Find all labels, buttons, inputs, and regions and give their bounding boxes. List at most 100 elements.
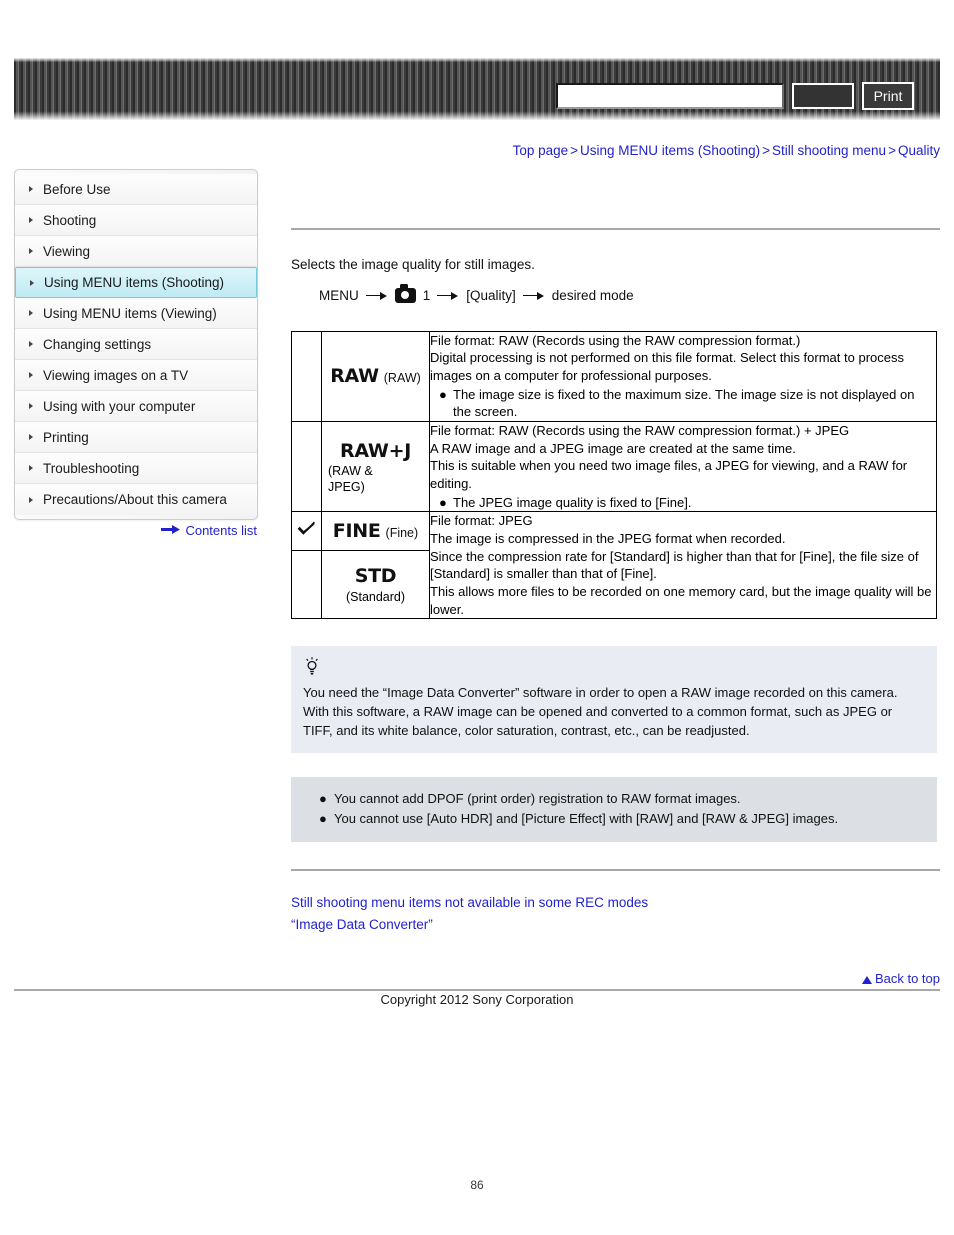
desc-line: This allows more files to be recorded on…: [430, 584, 932, 617]
sidebar-item-label: Before Use: [43, 182, 111, 197]
content-top-divider: [291, 228, 940, 230]
row-check-cell-std: [291, 549, 322, 620]
breadcrumb-item-using-menu-items-shooting[interactable]: Using MENU items (Shooting): [580, 143, 760, 158]
note-item: ● You cannot use [Auto HDR] and [Picture…: [305, 809, 925, 829]
fine-icon-label: FINE: [332, 520, 381, 543]
bullet-dot-icon: ●: [439, 386, 447, 402]
bullet-dot-icon: ●: [439, 494, 447, 510]
camera-icon: [394, 284, 416, 303]
checkmark-icon: [297, 521, 316, 536]
breadcrumb-item-still-shooting-menu[interactable]: Still shooting menu: [772, 143, 886, 158]
menu-path-start: MENU: [319, 287, 359, 303]
desc-bullet-text: The image size is fixed to the maximum s…: [453, 386, 915, 420]
breadcrumb-item-top-page[interactable]: Top page: [513, 143, 569, 158]
back-to-top-label: Back to top: [874, 971, 940, 986]
bullet-dot-icon: ●: [319, 791, 327, 807]
triangle-right-icon: [29, 248, 33, 254]
desc-line: Digital processing is not performed on t…: [430, 350, 904, 384]
tip-text: You need the “Image Data Converter” soft…: [303, 685, 898, 738]
page-intro-text: Selects the image quality for still imag…: [291, 257, 535, 272]
sidebar-item-using-with-your-computer[interactable]: Using with your computer: [15, 391, 257, 422]
desc-line: File format: RAW (Records using the RAW …: [430, 332, 801, 348]
print-button[interactable]: Print: [862, 82, 914, 110]
triangle-right-icon: [29, 403, 33, 409]
sidebar-item-label: Using with your computer: [43, 399, 196, 414]
std-icon-label: STD: [354, 565, 397, 588]
tip-box: You need the “Image Data Converter” soft…: [291, 646, 937, 754]
triangle-right-icon: [29, 465, 33, 471]
sidebar-item-label: Precautions/About this camera: [43, 492, 227, 507]
breadcrumb: Top page > Using MENU items (Shooting) > Sti…: [513, 143, 940, 158]
rawj-icon-label: RAW+J: [340, 439, 411, 462]
row-desc-cell-raw: File format: RAW (Records using the RAW …: [429, 330, 937, 423]
breadcrumb-separator: >: [762, 143, 770, 158]
sidebar-item-viewing[interactable]: Viewing: [15, 236, 257, 267]
sidebar-item-using-menu-items-shooting[interactable]: Using MENU items (Shooting): [15, 267, 257, 298]
row-check-cell-raw: [291, 330, 322, 423]
sidebar: Before Use Shooting Viewing Using MENU i…: [14, 169, 258, 520]
desc-line: Since the compression rate for [Standard…: [430, 548, 919, 582]
desc-line: A RAW image and a JPEG image are created…: [430, 440, 796, 456]
breadcrumb-separator: >: [570, 143, 579, 158]
sidebar-item-using-menu-items-viewing[interactable]: Using MENU items (Viewing): [15, 298, 257, 329]
main-content: Selects the image quality for still imag…: [291, 169, 940, 936]
desc-line: The image is compressed in the JPEG form…: [430, 531, 786, 547]
sidebar-item-label: Printing: [43, 430, 89, 445]
row-icon-cell-fine: FINE (Fine): [321, 511, 430, 551]
std-icon-sub: (Standard): [345, 589, 406, 604]
note-box: ● You cannot add DPOF (print order) regi…: [291, 777, 937, 843]
rawj-icon-sub-line1: (RAW &: [328, 463, 373, 478]
rawj-icon-sub-line2: JPEG): [328, 479, 365, 494]
contents-list-link[interactable]: Contents list: [185, 523, 257, 538]
row-check-cell-rawj: [291, 421, 322, 513]
sidebar-item-label: Viewing: [43, 244, 91, 259]
search-button[interactable]: [792, 83, 854, 109]
related-link-still-shooting-menu-items[interactable]: Still shooting menu items not available …: [291, 892, 940, 914]
search-input[interactable]: [556, 83, 784, 109]
sidebar-item-before-use[interactable]: Before Use: [15, 174, 257, 205]
sidebar-item-changing-settings[interactable]: Changing settings: [15, 329, 257, 360]
desc-line: File format: JPEG: [430, 513, 533, 529]
table-row: RAW (RAW) File format: RAW (Records usin…: [291, 330, 937, 423]
sidebar-item-label: Using MENU items (Shooting): [44, 275, 225, 290]
note-text: You cannot add DPOF (print order) regist…: [334, 791, 741, 807]
header-controls: Print: [556, 82, 914, 110]
sidebar-item-troubleshooting[interactable]: Troubleshooting: [15, 453, 257, 484]
row-icon-cell-rawj: RAW+J (RAW & JPEG): [321, 421, 430, 513]
related-link-image-data-converter[interactable]: “Image Data Converter”: [291, 914, 940, 936]
sidebar-item-printing[interactable]: Printing: [15, 422, 257, 453]
desc-bullet: ● The JPEG image quality is fixed to [Fi…: [430, 494, 936, 512]
triangle-right-icon: [29, 310, 33, 316]
row-icon-cell-std: STD (Standard): [321, 549, 430, 620]
triangle-right-icon: [30, 279, 34, 286]
copyright-text: Copyright 2012 Sony Corporation: [380, 992, 574, 1007]
raw-icon-suffix: (RAW): [383, 371, 421, 386]
arrow-right-icon: [365, 290, 388, 300]
sidebar-item-shooting[interactable]: Shooting: [15, 205, 257, 236]
breadcrumb-item-quality[interactable]: Quality: [898, 143, 940, 158]
arrow-right-icon: [437, 290, 459, 300]
desc-line: File format: RAW (Records using the RAW …: [430, 423, 850, 439]
footer-divider: [14, 989, 940, 991]
page-number: 86: [470, 1178, 484, 1192]
arrow-right-icon: [522, 290, 545, 300]
sidebar-item-label: Changing settings: [43, 337, 152, 352]
sidebar-item-label: Troubleshooting: [43, 461, 140, 476]
quality-options-table: RAW (RAW) File format: RAW (Records usin…: [291, 330, 937, 620]
triangle-right-icon: [29, 341, 33, 347]
menu-path-item: [Quality]: [466, 287, 516, 303]
sidebar-item-label: Viewing images on a TV: [43, 368, 189, 383]
triangle-right-icon: [29, 434, 33, 440]
sidebar-item-viewing-images-on-a-tv[interactable]: Viewing images on a TV: [15, 360, 257, 391]
table-row: FINE (Fine) File format: JPEG The image …: [291, 511, 937, 620]
desc-line: This is suitable when you need two image…: [430, 458, 908, 492]
related-links: Still shooting menu items not available …: [291, 892, 940, 936]
arrow-right-icon: [161, 523, 181, 538]
row-icon-cell-raw: RAW (RAW): [321, 330, 430, 423]
contents-list-link-wrap: Contents list: [14, 523, 258, 539]
note-text: You cannot use [Auto HDR] and [Picture E…: [334, 810, 839, 826]
sidebar-item-precautions-about-this-camera[interactable]: Precautions/About this camera: [15, 484, 257, 515]
menu-path-camera-number: 1: [422, 287, 431, 303]
back-to-top-link[interactable]: Back to top: [861, 971, 940, 986]
breadcrumb-separator: >: [888, 143, 896, 158]
